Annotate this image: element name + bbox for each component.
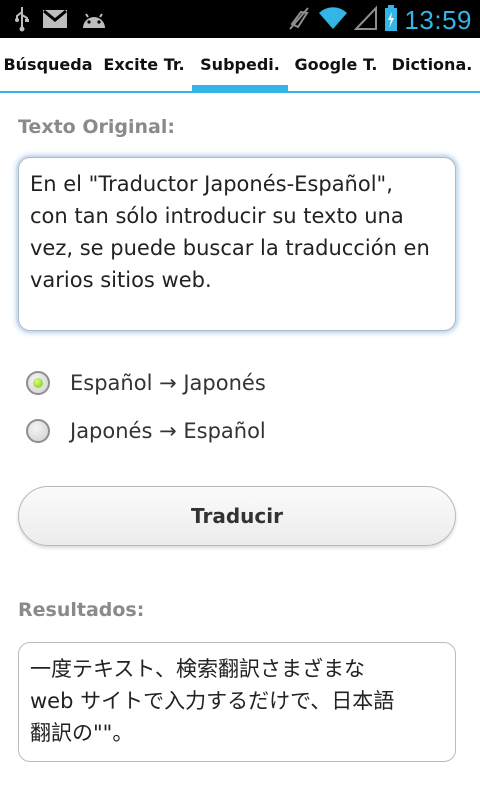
original-text-label: Texto Original: <box>18 116 175 138</box>
clock: 13:59 <box>404 4 472 35</box>
original-text-input[interactable]: En el "Traductor Japonés-Español", con t… <box>18 157 456 331</box>
radio-es-ja[interactable]: Español → Japonés <box>26 363 266 403</box>
radio-ja-es-label: Japonés → Español <box>70 419 266 443</box>
notification-icons <box>14 6 108 36</box>
usb-icon <box>14 6 30 36</box>
tab-bar: Búsqueda Excite Tr. Subpedi. Google T. D… <box>0 38 480 93</box>
mute-icon <box>286 4 312 36</box>
system-icons: 13:59 <box>286 4 472 36</box>
status-bar: 13:59 <box>0 0 480 38</box>
wifi-icon <box>318 5 348 35</box>
original-text-value: En el "Traductor Japonés-Español", con t… <box>30 172 430 292</box>
radio-es-ja-label: Español → Japonés <box>70 371 266 395</box>
results-label: Resultados: <box>18 599 145 621</box>
android-icon <box>80 9 108 33</box>
translate-button[interactable]: Traducir <box>18 486 456 546</box>
tab-dictionary[interactable]: Dictiona. <box>384 38 480 91</box>
radio-ja-es[interactable]: Japonés → Español <box>26 411 266 451</box>
tab-google-translate[interactable]: Google T. <box>288 38 384 91</box>
radio-checked-icon[interactable] <box>26 371 50 395</box>
results-text-value: 一度テキスト、検索翻訳さまざまな web サイトで入力するだけで、日本語 翻訳の… <box>30 657 395 745</box>
tab-subpedi[interactable]: Subpedi. <box>192 38 288 93</box>
tab-busqueda[interactable]: Búsqueda <box>0 38 96 91</box>
battery-icon <box>384 4 398 36</box>
signal-icon <box>354 5 378 35</box>
tab-excite-translator[interactable]: Excite Tr. <box>96 38 192 91</box>
gmail-icon <box>42 9 68 33</box>
results-text-area[interactable]: 一度テキスト、検索翻訳さまざまな web サイトで入力するだけで、日本語 翻訳の… <box>18 642 456 762</box>
radio-unchecked-icon[interactable] <box>26 419 50 443</box>
